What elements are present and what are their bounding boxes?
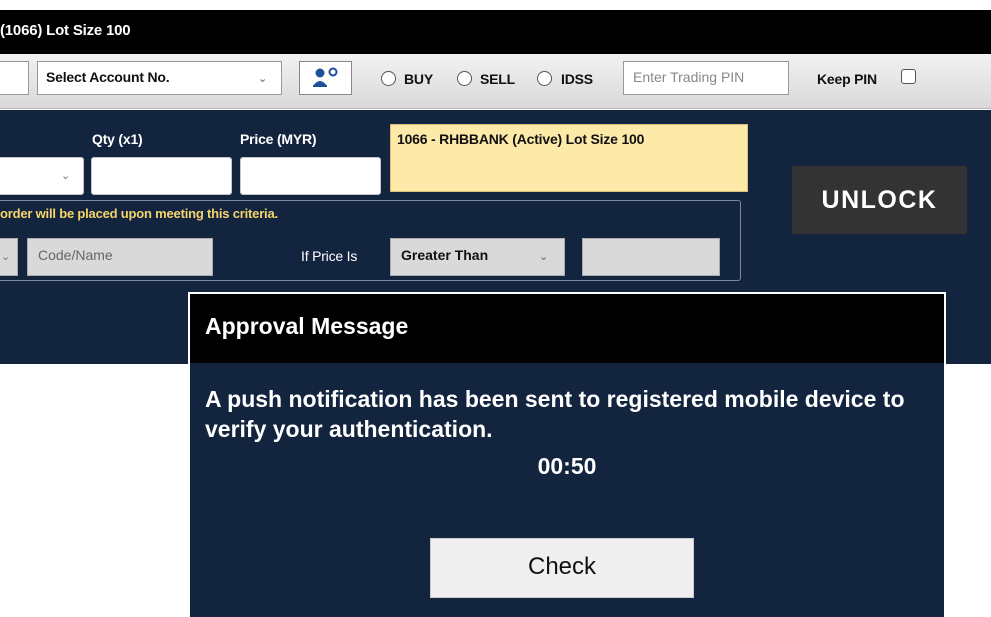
- buy-radio[interactable]: [381, 71, 396, 86]
- chevron-down-icon: ⌄: [258, 73, 268, 85]
- title-bar: (1066) Lot Size 100: [0, 10, 991, 54]
- modal-message: A push notification has been sent to reg…: [205, 386, 905, 442]
- qty-input[interactable]: [91, 157, 232, 195]
- exchange-select[interactable]: ⌄: [0, 238, 18, 276]
- title-bar-text: (1066) Lot Size 100: [0, 22, 131, 39]
- sell-label: SELL: [480, 71, 515, 87]
- user-badge-button[interactable]: [299, 61, 352, 95]
- check-button[interactable]: Check: [430, 538, 694, 598]
- keep-pin-label: Keep PIN: [817, 71, 877, 87]
- code-name-input[interactable]: Code/Name: [27, 238, 213, 276]
- chevron-down-icon: ⌄: [61, 170, 71, 182]
- condition-select[interactable]: Greater Than ⌄: [390, 238, 565, 276]
- keep-pin-checkbox[interactable]: [901, 69, 916, 84]
- countdown-timer: 00:50: [537, 453, 597, 479]
- condition-price-input[interactable]: [582, 238, 720, 276]
- approval-modal: Approval Message A push notification has…: [188, 292, 946, 617]
- modal-title: Approval Message: [205, 313, 409, 339]
- price-label: Price (MYR): [240, 131, 317, 147]
- modal-header: Approval Message: [190, 294, 944, 363]
- order-type-select[interactable]: ⌄: [0, 157, 84, 195]
- idss-label: IDSS: [561, 71, 593, 87]
- price-input[interactable]: [240, 157, 381, 195]
- account-select[interactable]: Select Account No. ⌄: [37, 61, 282, 95]
- idss-radio[interactable]: [537, 71, 552, 86]
- qty-label: Qty (x1): [92, 131, 143, 147]
- buy-label: BUY: [404, 71, 433, 87]
- stock-info-box: 1066 - RHBBANK (Active) Lot Size 100: [390, 124, 748, 192]
- if-price-label: If Price Is: [301, 248, 358, 264]
- chevron-down-icon: ⌄: [1, 251, 11, 263]
- sell-radio[interactable]: [457, 71, 472, 86]
- criteria-note: order will be placed upon meeting this c…: [0, 206, 278, 221]
- code-name-placeholder: Code/Name: [38, 247, 113, 263]
- condition-select-value: Greater Than: [401, 247, 489, 263]
- user-badge-icon: [313, 67, 338, 87]
- account-select-value: Select Account No.: [46, 69, 170, 85]
- partial-input-field[interactable]: [0, 61, 29, 95]
- chevron-down-icon: ⌄: [539, 251, 549, 263]
- order-toolbar: Select Account No. ⌄ BUY SELL IDSS Enter…: [0, 54, 991, 109]
- unlock-button[interactable]: UNLOCK: [792, 166, 967, 234]
- trading-pin-placeholder: Enter Trading PIN: [633, 69, 745, 85]
- stock-info-text: 1066 - RHBBANK (Active) Lot Size 100: [397, 131, 645, 147]
- trading-pin-input[interactable]: Enter Trading PIN: [623, 61, 789, 95]
